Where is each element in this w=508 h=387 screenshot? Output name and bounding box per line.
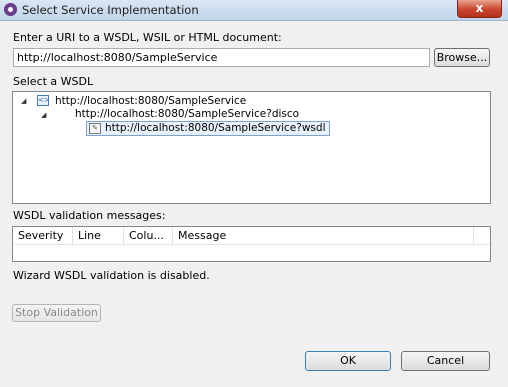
validation-messages-label: WSDL validation messages: bbox=[13, 209, 166, 222]
ok-button[interactable]: OK bbox=[305, 351, 391, 371]
select-wsdl-label: Select a WSDL bbox=[13, 75, 94, 88]
column-message[interactable]: Message bbox=[173, 227, 474, 244]
eclipse-app-icon bbox=[4, 3, 17, 16]
column-column[interactable]: Colu... bbox=[124, 227, 173, 244]
validation-status-text: Wizard WSDL validation is disabled. bbox=[13, 269, 210, 282]
expand-arrow-icon[interactable]: ◢ bbox=[41, 111, 46, 119]
title-bar: Select Service Implementation x bbox=[0, 0, 508, 21]
wsdl-file-icon: ✎ bbox=[89, 123, 101, 134]
stop-validation-button[interactable]: Stop Validation bbox=[12, 304, 101, 322]
column-severity[interactable]: Severity bbox=[13, 227, 73, 244]
validation-table[interactable]: Severity Line Colu... Message bbox=[12, 226, 491, 262]
browse-button[interactable]: Browse... bbox=[434, 48, 490, 67]
uri-label: Enter a URI to a WSDL, WSIL or HTML docu… bbox=[13, 31, 282, 44]
tree-item-service[interactable]: http://localhost:8080/SampleService bbox=[55, 95, 246, 107]
close-button[interactable]: x bbox=[457, 0, 502, 18]
column-line[interactable]: Line bbox=[73, 227, 124, 244]
tree-item-wsdl[interactable]: http://localhost:8080/SampleService?wsdl bbox=[105, 122, 326, 134]
wsdl-tree[interactable]: ◢ <> http://localhost:8080/SampleService… bbox=[12, 91, 491, 204]
cancel-button[interactable]: Cancel bbox=[401, 351, 490, 371]
uri-input[interactable] bbox=[13, 48, 430, 67]
table-header: Severity Line Colu... Message bbox=[13, 227, 490, 245]
wsdl-service-icon: <> bbox=[37, 95, 50, 106]
expand-arrow-icon[interactable]: ◢ bbox=[21, 97, 26, 105]
tree-item-disco[interactable]: http://localhost:8080/SampleService?disc… bbox=[75, 108, 299, 120]
window-title: Select Service Implementation bbox=[22, 3, 199, 17]
